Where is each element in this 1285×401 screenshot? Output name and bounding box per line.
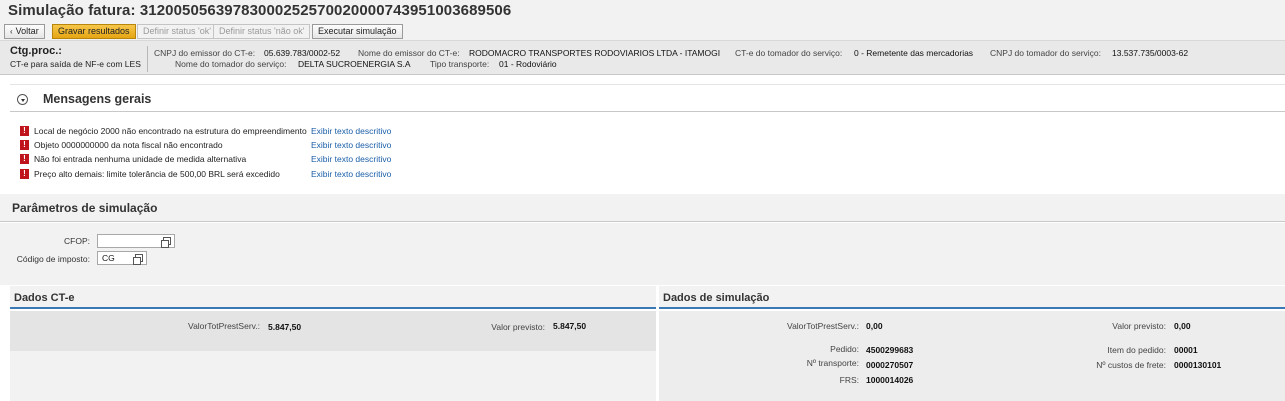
header-band: Ctg.proc.: CT-e para saída de NF-e com L… bbox=[0, 41, 1285, 75]
taker-name-label: Nome do tomador do serviço: bbox=[175, 59, 287, 69]
cte-expected-value: 5.847,50 bbox=[553, 321, 587, 331]
set-status-ok-button[interactable]: Definir status 'ok' bbox=[137, 24, 217, 39]
sim-expected-value: 0,00 bbox=[1174, 321, 1191, 331]
back-button-label: Voltar bbox=[15, 26, 39, 36]
tax-code-value: CG bbox=[102, 253, 115, 263]
error-icon: ! bbox=[20, 154, 29, 164]
freight-cost-number-value: 0000130101 bbox=[1174, 360, 1222, 370]
sim-expected-value-label: Valor previsto: bbox=[1112, 321, 1166, 331]
value-help-icon[interactable] bbox=[133, 254, 143, 265]
show-description-link[interactable]: Exibir texto descritivo bbox=[311, 169, 391, 179]
taker-cnpj-label: CNPJ do tomador do serviço: bbox=[990, 48, 1102, 58]
set-status-not-ok-button[interactable]: Definir status 'não ok' bbox=[213, 24, 311, 39]
back-button[interactable]: ‹ Voltar bbox=[4, 24, 45, 39]
frs-value: 1000014026 bbox=[866, 375, 914, 385]
show-description-link[interactable]: Exibir texto descritivo bbox=[311, 126, 391, 136]
general-messages-title: Mensagens gerais bbox=[43, 92, 152, 106]
taker-cte-label: CT-e do tomador do serviço: bbox=[735, 48, 843, 58]
chevron-left-icon: ‹ bbox=[10, 27, 13, 36]
title-bar: Simulação fatura: 3120050563978300025257… bbox=[0, 0, 1285, 22]
category-label: Ctg.proc.: bbox=[10, 45, 62, 57]
message-text: Objeto 0000000000 da nota fiscal não enc… bbox=[34, 140, 223, 150]
freight-cost-number-label: Nº custos de frete: bbox=[1096, 360, 1166, 370]
collapse-icon[interactable] bbox=[17, 94, 28, 105]
issuer-cnpj-value: 05.639.783/0002-52 bbox=[264, 48, 341, 58]
simulation-data-title: Dados de simulação bbox=[663, 292, 770, 304]
general-messages-panel: Mensagens gerais ! Local de negócio 2000… bbox=[10, 84, 1285, 194]
order-item-label: Item do pedido: bbox=[1107, 345, 1166, 355]
toolbar: ‹ Voltar Gravar resultados Definir status… bbox=[0, 22, 1285, 41]
cte-data-header: Dados CT-e bbox=[10, 286, 656, 309]
frs-label: FRS: bbox=[839, 375, 859, 385]
cte-total-service-label: ValorTotPrestServ.: bbox=[188, 321, 260, 331]
value-help-icon[interactable] bbox=[161, 237, 171, 248]
simulation-data-header: Dados de simulação bbox=[659, 286, 1285, 309]
simulation-data-panel: ValorTotPrestServ.: 0,00 Valor previsto:… bbox=[659, 311, 1285, 401]
issuer-name-label: Nome do emissor do CT-e: bbox=[358, 48, 460, 58]
save-results-button[interactable]: Gravar resultados bbox=[52, 24, 136, 39]
cte-data-panel: ValorTotPrestServ.: 5.847,50 Valor previ… bbox=[10, 311, 656, 351]
error-icon: ! bbox=[20, 140, 29, 150]
message-text: Não foi entrada nenhuma unidade de medid… bbox=[34, 154, 247, 164]
simulation-parameters-title: Parâmetros de simulação bbox=[12, 201, 158, 215]
show-description-link[interactable]: Exibir texto descritivo bbox=[311, 154, 391, 164]
page-title: Simulação fatura: 3120050563978300025257… bbox=[8, 2, 512, 19]
shipment-number-value: 0000270507 bbox=[866, 360, 914, 370]
header-divider bbox=[147, 46, 148, 72]
show-description-link[interactable]: Exibir texto descritivo bbox=[311, 140, 391, 150]
simulation-parameters-header: Parâmetros de simulação bbox=[0, 194, 1285, 222]
issuer-name-value: RODOMACRO TRANSPORTES RODOVIARIOS LTDA -… bbox=[469, 48, 721, 58]
cfop-label: CFOP: bbox=[64, 236, 90, 246]
cte-expected-value-label: Valor previsto: bbox=[491, 322, 545, 332]
taker-name-value: DELTA SUCROENERGIA S.A bbox=[298, 59, 411, 69]
error-icon: ! bbox=[20, 126, 29, 136]
taker-cnpj-value: 13.537.735/0003-62 bbox=[1112, 48, 1189, 58]
shipment-number-label: Nº transporte: bbox=[806, 358, 859, 368]
general-messages-header: Mensagens gerais bbox=[10, 85, 1285, 112]
sim-total-service-value: 0,00 bbox=[866, 321, 883, 331]
cte-total-service-value: 5.847,50 bbox=[268, 322, 302, 332]
issuer-cnpj-label: CNPJ do emissor do CT-e: bbox=[154, 48, 256, 58]
purchase-order-value: 4500299683 bbox=[866, 345, 914, 355]
message-text: Preço alto demais: limite tolerância de … bbox=[34, 169, 280, 179]
error-icon: ! bbox=[20, 169, 29, 179]
cfop-input[interactable] bbox=[97, 234, 175, 248]
transport-type-value: 01 - Rodoviário bbox=[499, 59, 557, 69]
category-value: CT-e para saída de NF-e com LES bbox=[10, 59, 141, 69]
order-item-value: 00001 bbox=[1174, 345, 1198, 355]
tax-code-label: Código de imposto: bbox=[16, 254, 90, 264]
cte-data-empty-area bbox=[10, 351, 656, 401]
taker-cte-value: 0 - Remetente das mercadorias bbox=[854, 48, 974, 58]
simulation-parameters-area: CFOP: Código de imposto: CG bbox=[0, 223, 1285, 285]
run-simulation-button[interactable]: Executar simulação bbox=[312, 24, 403, 39]
message-text: Local de negócio 2000 não encontrado na … bbox=[34, 126, 307, 136]
transport-type-label: Tipo transporte: bbox=[430, 59, 490, 69]
purchase-order-label: Pedido: bbox=[830, 344, 859, 354]
cte-data-title: Dados CT-e bbox=[14, 292, 75, 304]
tax-code-input[interactable]: CG bbox=[97, 251, 147, 265]
sim-total-service-label: ValorTotPrestServ.: bbox=[787, 321, 859, 331]
